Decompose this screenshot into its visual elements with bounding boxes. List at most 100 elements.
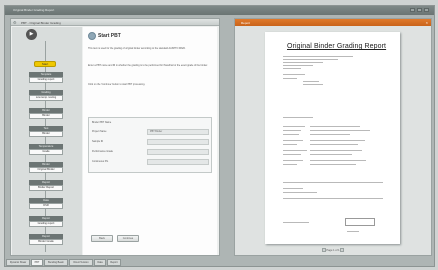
close-button[interactable]: [424, 8, 429, 12]
process-icon: ▶: [26, 29, 37, 40]
window-title: Original Binder Grading Report: [13, 8, 55, 12]
step-item[interactable]: Template Grading report: [29, 72, 63, 83]
report-text-line: [310, 126, 360, 127]
tab-dynamic-shear[interactable]: Dynamic Shear: [6, 259, 30, 266]
report-text-line: [310, 164, 356, 165]
step-value: Binder: [29, 113, 63, 119]
wizard-content: Start PBT This item is used for the grad…: [83, 27, 217, 255]
report-text-line: [310, 154, 352, 155]
report-text-line: [283, 130, 301, 131]
report-text-line: [283, 160, 303, 161]
step-item[interactable]: Test Binder: [29, 126, 63, 137]
step-value: Grading report: [29, 77, 63, 83]
step-value: Low temp. testing: [29, 95, 63, 101]
continue-button[interactable]: Continue: [117, 235, 139, 242]
next-page-button[interactable]: [340, 248, 345, 253]
report-text-line: [283, 117, 313, 118]
wizard-title: Start PBT: [98, 33, 121, 39]
wizard-paragraph: Click on the 'Continue' button to start …: [88, 83, 146, 86]
report-text-line: [283, 56, 353, 57]
field-label: Continuous PG: [92, 160, 109, 163]
report-text-line: [310, 150, 362, 151]
step-item[interactable]: Report Binder Grade: [29, 234, 63, 245]
report-page: Original Binder Grading Report: [265, 32, 400, 244]
step-item[interactable]: Grading Low temp. testing: [29, 90, 63, 101]
tab-bending-beam[interactable]: Bending Beam: [44, 259, 68, 266]
signature-box: [345, 218, 375, 226]
report-text-line: [283, 150, 307, 151]
field-label: Sample ID: [92, 140, 104, 143]
report-text-line: [347, 231, 359, 232]
report-text-line: [283, 68, 301, 69]
step-value: Grade: [29, 149, 63, 155]
minimize-button[interactable]: [410, 8, 415, 12]
close-icon[interactable]: ×: [426, 20, 428, 25]
back-button[interactable]: Back: [91, 235, 113, 242]
report-text-line: [310, 130, 370, 131]
step-value: Binder Grade: [29, 239, 63, 245]
field-label: Project Name: [92, 130, 107, 133]
report-divider: [283, 198, 383, 199]
report-text-line: [310, 144, 358, 145]
report-text-line: [303, 81, 319, 82]
form-row: Performance Grade: [91, 148, 211, 156]
performance-grade-input[interactable]: [147, 149, 209, 155]
step-item[interactable]: Binder Binder: [29, 108, 63, 119]
panel-title-row: Binder PBT Name: [91, 119, 211, 127]
report-text-line: [283, 78, 297, 79]
gear-icon[interactable]: ⚙: [13, 20, 17, 25]
wizard-pane: ⚙ PBT - Original Binder Grading ▶ Start …: [10, 18, 220, 256]
tab-report[interactable]: Report: [107, 259, 121, 266]
application-window: Original Binder Grading Report ⚙ PBT - O…: [4, 5, 435, 267]
report-text-line: [283, 140, 303, 141]
step-connector: [45, 41, 46, 61]
info-icon: [88, 32, 96, 40]
report-text-line: [283, 134, 299, 135]
report-text-line: [283, 164, 297, 165]
pbt-name-panel: Binder PBT Name Project Name PBT Binder …: [88, 117, 212, 173]
tab-direct-tension[interactable]: Direct Tension: [69, 259, 93, 266]
step-item[interactable]: Temperature Grade: [29, 144, 63, 155]
step-item[interactable]: Report Grading report: [29, 216, 63, 227]
report-text-line: [283, 65, 313, 66]
bottom-tab-bar: Dynamic Shear PBT Bending Beam Direct Te…: [6, 259, 426, 266]
maximize-button[interactable]: [417, 8, 422, 12]
report-text-line: [310, 140, 365, 141]
step-value: DSR: [29, 203, 63, 209]
continuous-pg-input[interactable]: [147, 159, 209, 165]
tab-pbt[interactable]: PBT: [31, 259, 43, 266]
report-title: Original Binder Grading Report: [287, 43, 387, 50]
report-text-line: [283, 222, 309, 223]
report-text-line: [310, 134, 350, 135]
step-item[interactable]: Data DSR: [29, 198, 63, 209]
tab-data[interactable]: Data: [94, 259, 106, 266]
form-row: Sample ID: [91, 138, 211, 146]
step-item[interactable]: Binder Original Binder: [29, 162, 63, 173]
report-text-line: [310, 160, 366, 161]
step-item[interactable]: Report Binder Report: [29, 180, 63, 191]
form-row: Continuous PG: [91, 158, 211, 166]
wizard-pane-title: PBT - Original Binder Grading: [21, 21, 61, 25]
wizard-paragraph: Enter a PBT name and fill in whether the…: [88, 64, 208, 67]
report-text-line: [283, 192, 317, 193]
window-titlebar: Original Binder Grading Report: [5, 6, 434, 15]
report-text-line: [283, 126, 305, 127]
step-value: Original Binder: [29, 167, 63, 173]
page-navigator: Page 1 of 1: [313, 248, 353, 254]
step-value: Binder: [29, 131, 63, 137]
report-text-line: [283, 74, 305, 75]
project-name-input[interactable]: PBT Binder: [147, 129, 209, 135]
report-text-line: [283, 154, 301, 155]
field-label: Performance Grade: [92, 150, 113, 153]
report-text-line: [283, 144, 297, 145]
report-tab-title: Report: [241, 21, 251, 25]
report-text-line: [303, 84, 323, 85]
step-sidebar: ▶ Start Template Grading report Grading …: [12, 27, 82, 255]
report-pane-header: Report ×: [235, 19, 431, 26]
panel-title: Binder PBT Name: [92, 121, 112, 124]
report-text-line: [283, 59, 338, 60]
step-value: Binder Report: [29, 185, 63, 191]
sample-id-input[interactable]: [147, 139, 209, 145]
page-indicator: Page 1 of 1: [326, 249, 340, 252]
wizard-paragraph: This item is used for the grading of ori…: [88, 47, 186, 50]
